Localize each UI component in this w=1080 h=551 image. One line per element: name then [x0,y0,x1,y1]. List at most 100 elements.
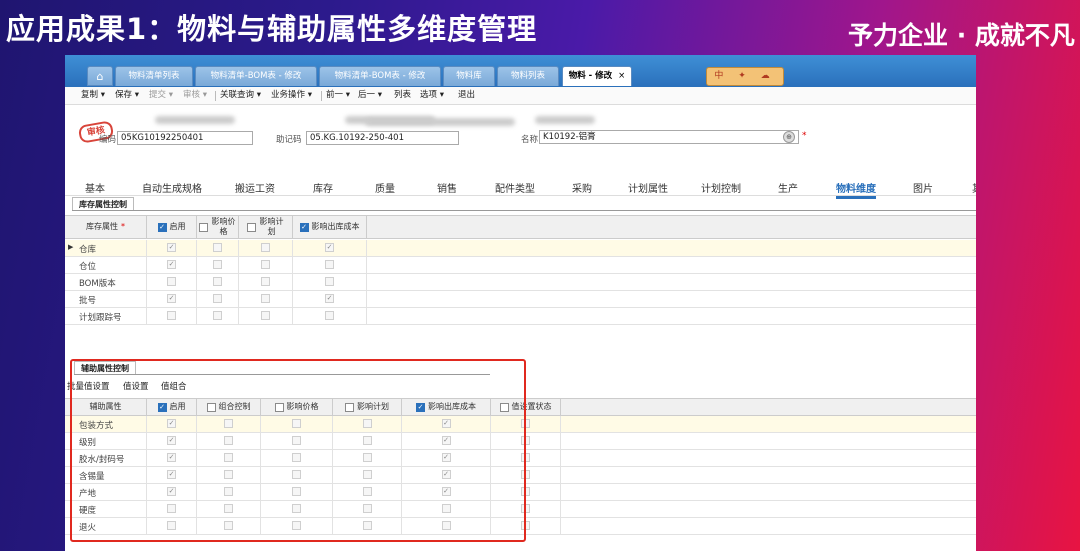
price-checkbox[interactable] [213,294,222,303]
nav-tab-plan-attr[interactable]: 计划属性 [628,180,668,195]
table-row[interactable]: BOM版本 [65,274,976,291]
cost-cell [293,274,367,290]
plan-header-checkbox[interactable] [246,222,256,232]
nav-tab-basic[interactable]: 基本 [85,180,105,195]
mnemonic-field[interactable]: 05.KG.10192-250-401 [306,131,459,145]
price-cell [197,240,239,256]
price-checkbox[interactable] [213,311,222,320]
header-label: 影响计划 [259,217,284,236]
inventory-section-title[interactable]: 库存属性控制 [72,197,134,210]
price-checkbox[interactable] [213,260,222,269]
plan-cell [239,274,293,290]
code-label: 编码 [99,135,117,145]
nav-tab-part-type[interactable]: 配件类型 [495,180,535,195]
slogan: 予力企业 · 成就不凡 [848,21,1075,50]
tab-bom-edit-1[interactable]: 物料清单-BOM表 - 修改 [195,66,317,86]
cost-checkbox[interactable]: ✓ [325,294,334,303]
tab-material-list[interactable]: 物料列表 [497,66,559,86]
tab-label: 物料库 [456,71,482,81]
previous-button[interactable]: 前一 ▾ [326,87,350,104]
cost-cell [293,257,367,273]
exit-button[interactable]: 退出 [458,87,475,104]
table-row[interactable]: 仓位 ✓ [65,257,976,274]
nav-tab-sales[interactable]: 销售 [437,180,457,195]
audit-button[interactable]: 审核 ▾ [183,87,207,104]
next-button[interactable]: 后一 ▾ [358,87,382,104]
close-icon[interactable]: × [618,71,625,81]
enable-checkbox[interactable]: ✓ [167,294,176,303]
col-price: 影响价格 [197,216,239,238]
nav-tab-quality[interactable]: 质量 [375,180,395,195]
tab-material-bom-list[interactable]: 物料清单列表 [115,66,193,86]
cost-cell: ✓ [293,240,367,256]
enable-checkbox[interactable]: ✓ [167,260,176,269]
header-label: 库存属性 [86,222,118,231]
tab-label: 物料 - 修改 [568,71,613,81]
section-divider [72,210,976,211]
submit-button[interactable]: 提交 ▾ [149,87,173,104]
redacted-text [535,116,595,124]
highlight-box [70,359,526,542]
mnemonic-label: 助记码 [276,135,302,145]
tab-bom-edit-2[interactable]: 物料清单-BOM表 - 修改 [319,66,441,86]
header-label: 影响价格 [211,217,236,236]
price-cell [197,274,239,290]
col-plan: 影响计划 [239,216,293,238]
related-query-button[interactable]: 关联查询 ▾ [220,87,261,104]
save-button[interactable]: 保存 ▾ [115,87,139,104]
cost-checkbox[interactable] [325,277,334,286]
nav-tab-other[interactable]: 其 [972,180,976,195]
tab-material-library[interactable]: 物料库 [443,66,495,86]
price-checkbox[interactable] [213,243,222,252]
enable-checkbox[interactable] [167,311,176,320]
redacted-text [155,116,235,124]
table-row[interactable]: 批号 ✓ ✓ [65,291,976,308]
plan-checkbox[interactable] [261,311,270,320]
table-row[interactable]: 计划跟踪号 [65,308,976,325]
list-button[interactable]: 列表 [394,87,411,104]
nav-tab-purchase[interactable]: 采购 [572,180,592,195]
cost-checkbox[interactable] [325,260,334,269]
enable-checkbox[interactable]: ✓ [167,243,176,252]
tab-material-edit[interactable]: 物料 - 修改 × [562,66,632,86]
plan-checkbox[interactable] [261,294,270,303]
plan-checkbox[interactable] [261,260,270,269]
code-field[interactable]: 05KG10192250401 [117,131,253,145]
business-ops-button[interactable]: 业务操作 ▾ [271,87,312,104]
plan-checkbox[interactable] [261,243,270,252]
price-cell [197,308,239,324]
brand-badge: 中 ✦ ☁ ✦ [706,67,784,98]
col-inventory-attr: 库存属性 * [65,216,147,238]
table-row[interactable]: ▶ 仓库 ✓ ✓ [65,240,976,257]
cost-checkbox[interactable]: ✓ [325,243,334,252]
lookup-icon[interactable]: ⊕ [783,131,795,143]
nav-tab-handling-wage[interactable]: 搬运工资 [235,180,275,195]
cost-checkbox[interactable] [325,311,334,320]
name-field[interactable]: K10192-铝膏 [539,130,799,144]
tab-label: 物料清单-BOM表 - 修改 [210,71,302,81]
nav-tab-image[interactable]: 图片 [913,180,933,195]
main-toolbar: 复制 ▾ 保存 ▾ 提交 ▾ 审核 ▾ 关联查询 ▾ 业务操作 ▾ 前一 ▾ 后… [65,87,976,105]
nav-tab-production[interactable]: 生产 [778,180,798,195]
options-button[interactable]: 选项 ▾ [420,87,444,104]
nav-tab-inventory[interactable]: 库存 [313,180,333,195]
header-label: 影响出库成本 [311,222,360,231]
cost-header-checkbox[interactable]: ✓ [299,222,309,232]
price-checkbox[interactable] [213,277,222,286]
name-label: 名称 [521,135,539,145]
plan-checkbox[interactable] [261,277,270,286]
enable-cell: ✓ [147,257,197,273]
nav-tab-plan-control[interactable]: 计划控制 [701,180,741,195]
home-icon[interactable]: ⌂ [87,66,113,86]
required-mark: * [802,131,807,141]
plan-cell [239,257,293,273]
enable-checkbox[interactable] [167,277,176,286]
enable-cell: ✓ [147,291,197,307]
nav-tab-auto-spec[interactable]: 自动生成规格 [142,180,202,195]
nav-tab-material-dimension[interactable]: 物料维度 [836,180,876,199]
redacted-text [365,118,515,126]
tab-label: 物料清单列表 [128,71,180,81]
enable-header-checkbox[interactable]: ✓ [157,222,167,232]
price-header-checkbox[interactable] [198,222,208,232]
copy-button[interactable]: 复制 ▾ [81,87,105,104]
